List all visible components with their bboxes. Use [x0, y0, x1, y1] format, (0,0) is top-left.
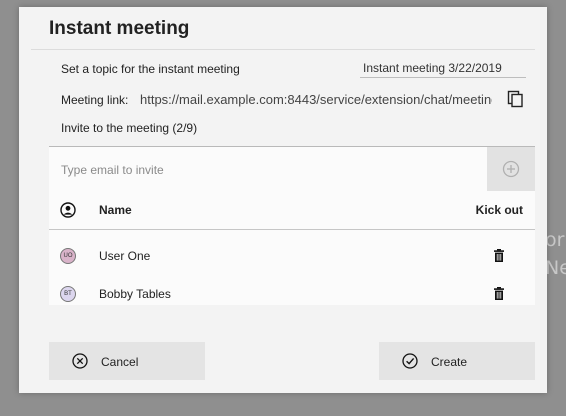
- invite-box: [49, 146, 535, 193]
- topic-input[interactable]: [360, 59, 526, 78]
- user-circle-icon: [60, 202, 76, 218]
- cancel-button-label: Cancel: [101, 355, 139, 369]
- user-name: Bobby Tables: [99, 287, 171, 301]
- background-text-line1: or: [545, 229, 565, 251]
- column-name-header: Name: [99, 203, 132, 217]
- column-kick-out-header: Kick out: [475, 203, 523, 217]
- background-text-line2: Ne: [545, 257, 566, 279]
- create-button[interactable]: Create: [379, 342, 535, 380]
- meeting-link-value: https://mail.example.com:8443/service/ex…: [140, 92, 492, 107]
- avatar: UO: [60, 248, 76, 264]
- invite-email-input[interactable]: [49, 147, 483, 193]
- avatar: BT: [60, 286, 76, 302]
- table-header: Name Kick out: [49, 191, 535, 230]
- topic-label: Set a topic for the instant meeting: [61, 62, 240, 76]
- user-name: User One: [99, 249, 151, 263]
- copy-icon: [507, 90, 523, 108]
- table-row: BT Bobby Tables: [49, 275, 535, 313]
- dialog-title: Instant meeting: [49, 18, 190, 39]
- invitees-table: Name Kick out UO User One BT Bobby Table…: [49, 191, 535, 305]
- check-circle-icon: [402, 353, 418, 369]
- copy-link-button[interactable]: [505, 89, 525, 109]
- add-circle-icon: [502, 160, 520, 178]
- title-divider: [31, 49, 535, 50]
- cancel-circle-icon: [72, 353, 88, 369]
- invite-label: Invite to the meeting (2/9): [61, 121, 198, 135]
- meeting-link-label: Meeting link:: [61, 93, 129, 107]
- trash-icon[interactable]: [493, 287, 505, 300]
- trash-icon[interactable]: [493, 249, 505, 262]
- instant-meeting-dialog: Instant meeting Set a topic for the inst…: [19, 7, 547, 393]
- table-row: UO User One: [49, 237, 535, 275]
- create-button-label: Create: [431, 355, 468, 369]
- cancel-button[interactable]: Cancel: [49, 342, 205, 380]
- add-invitee-button[interactable]: [487, 147, 535, 191]
